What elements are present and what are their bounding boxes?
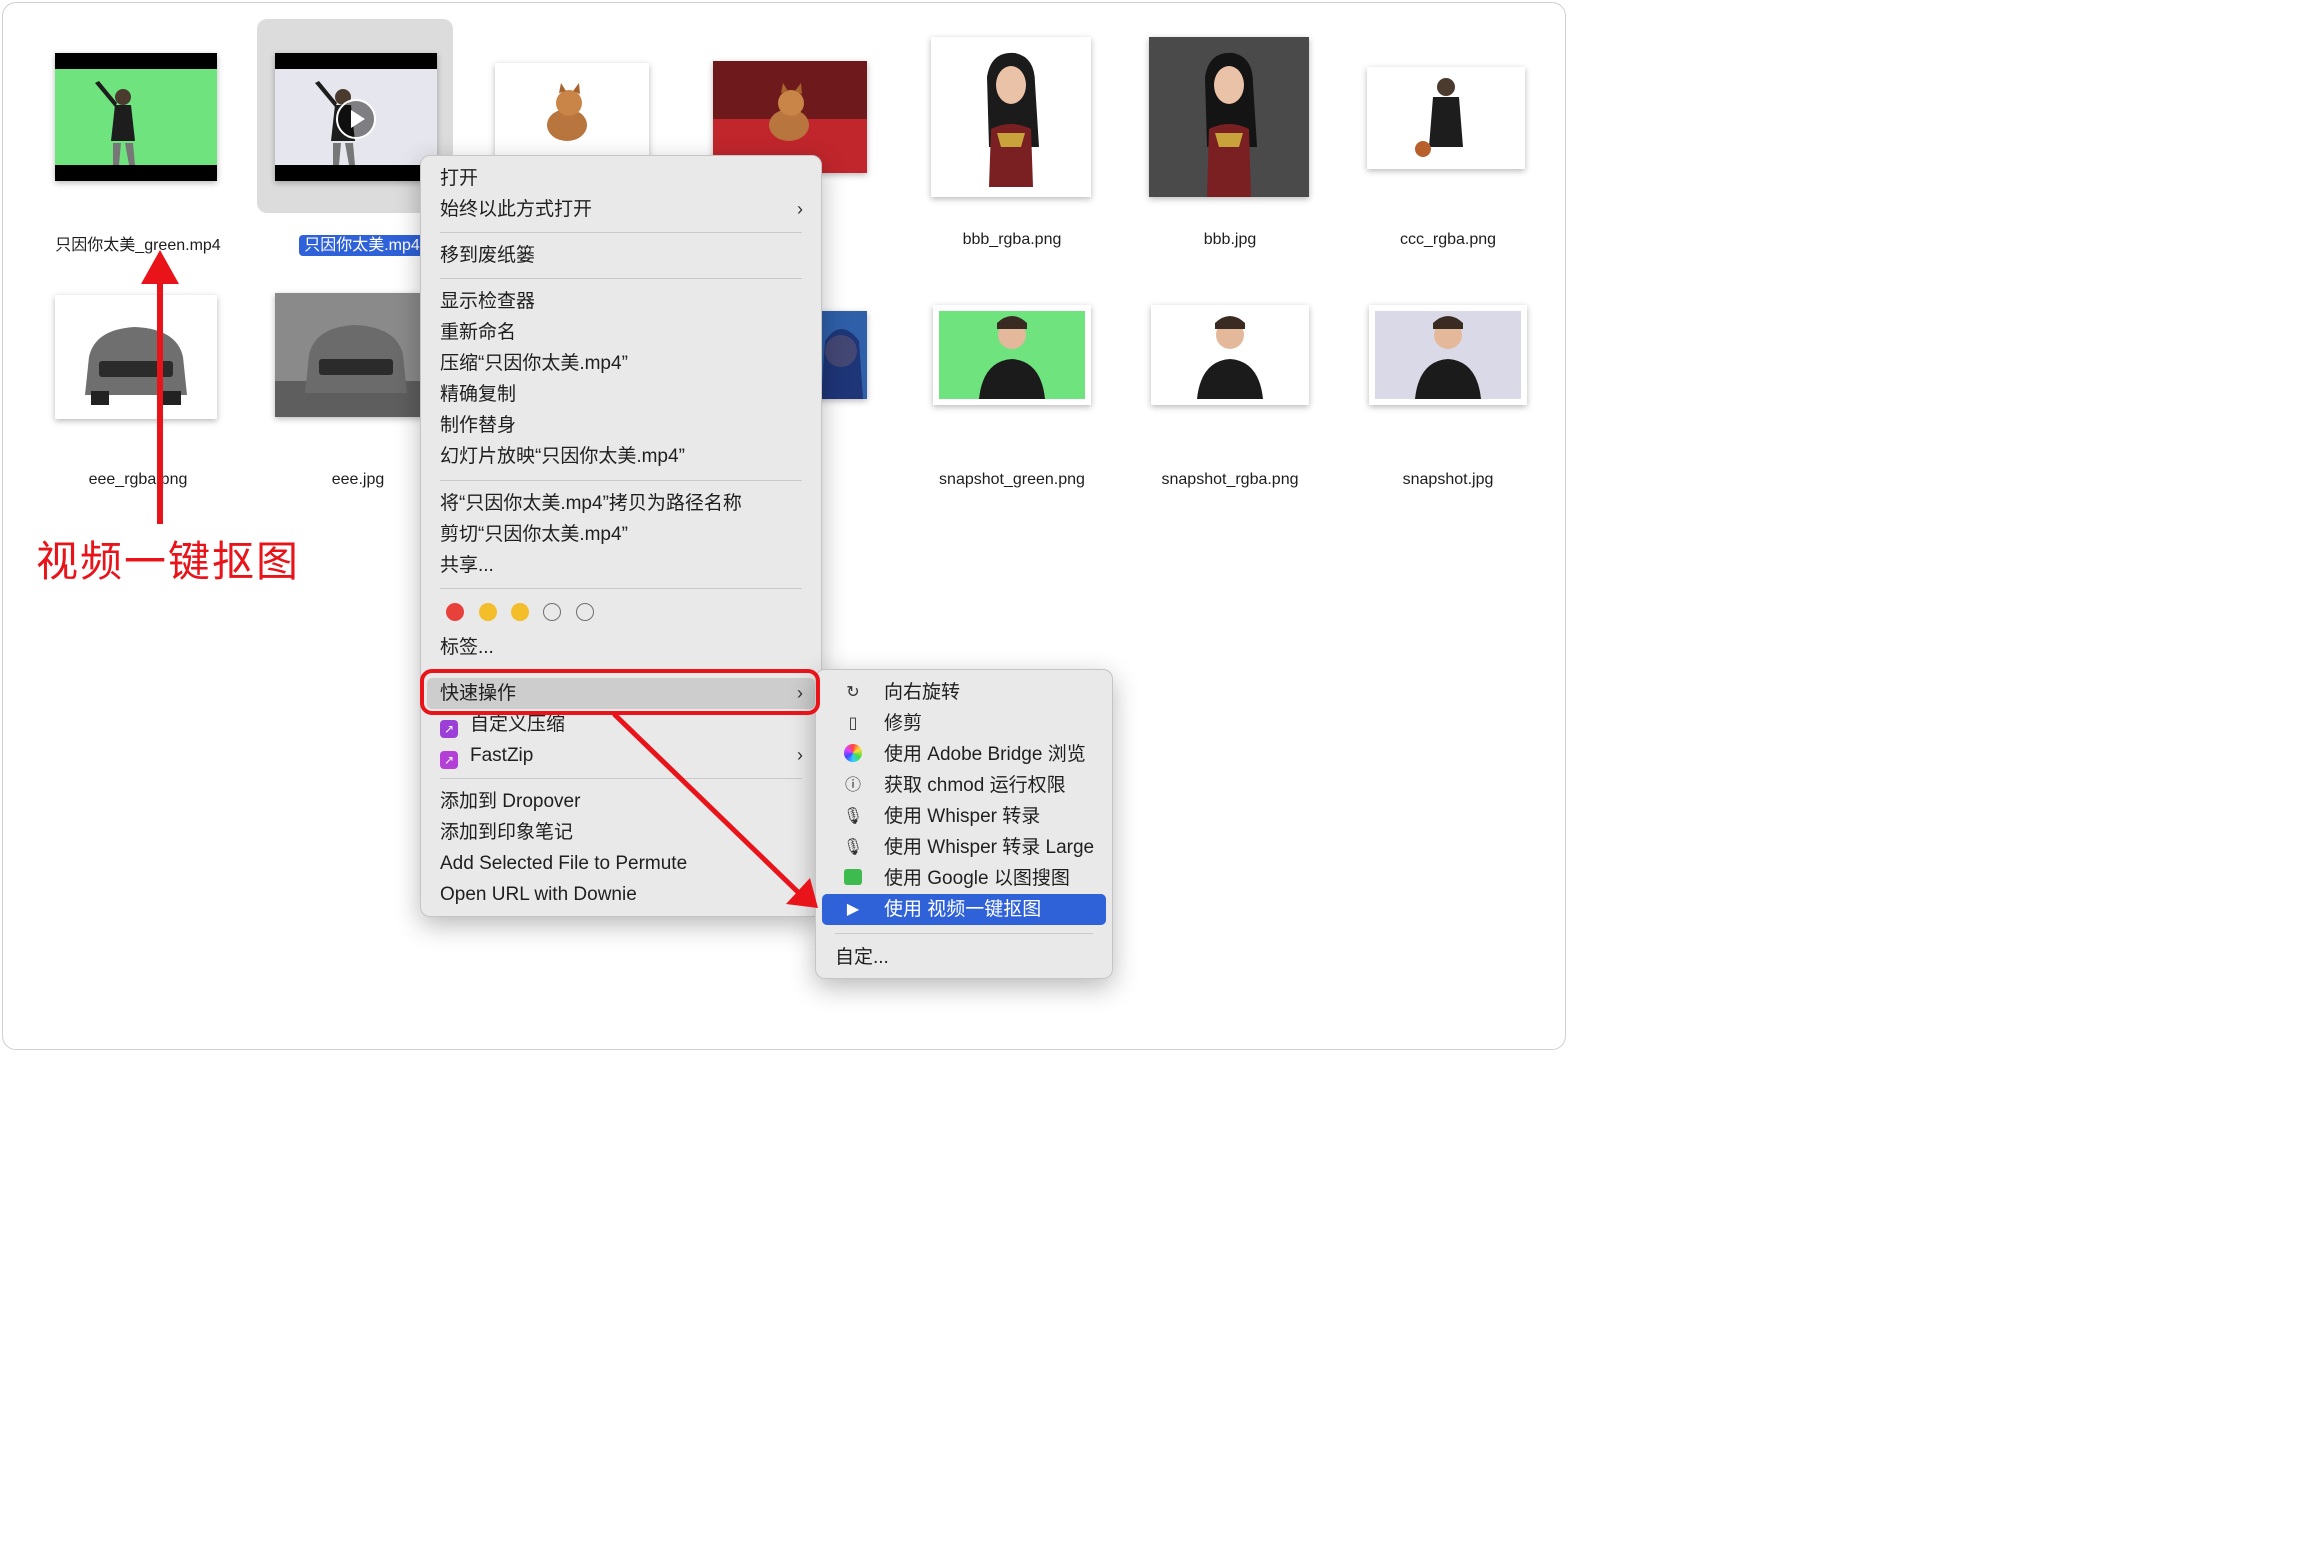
menu-item-evernote[interactable]: 添加到印象笔记: [427, 817, 815, 848]
submenu-item-whisper-large[interactable]: 🎙 使用 Whisper 转录 Large: [822, 832, 1106, 863]
image-thumbnail: [1149, 37, 1309, 197]
file-name: eee_rgba.png: [88, 471, 188, 488]
menu-item-tags[interactable]: 标签...: [427, 632, 815, 663]
menu-item-show-inspector[interactable]: 显示检查器: [427, 286, 815, 317]
menu-item-permute[interactable]: Add Selected File to Permute: [427, 848, 815, 879]
menu-item-open[interactable]: 打开: [427, 163, 815, 194]
annotation-label: 视频一键抠图: [36, 537, 301, 586]
menu-item-share[interactable]: 共享...: [427, 550, 815, 581]
image-thumbnail: [1367, 67, 1525, 169]
menu-item-cut[interactable]: 剪切“只因你太美.mp4”: [427, 519, 815, 550]
menu-item-open-with[interactable]: 始终以此方式打开 ›: [427, 194, 815, 225]
menu-separator: [440, 232, 802, 233]
menu-separator: [835, 933, 1093, 934]
menu-separator: [440, 778, 802, 779]
file-name: snapshot.jpg: [1402, 471, 1494, 488]
file-item[interactable]: eee_rgba.png: [33, 261, 243, 491]
image-search-icon: [842, 868, 864, 890]
menu-separator: [440, 588, 802, 589]
microphone-icon: 🎙: [842, 808, 864, 825]
submenu-item-adobe-bridge[interactable]: 使用 Adobe Bridge 浏览: [822, 739, 1106, 770]
video-thumbnail: [275, 53, 437, 181]
submenu-item-video-matting[interactable]: ▶ 使用 视频一键抠图: [822, 894, 1106, 925]
submenu-item-rotate-right[interactable]: ↻ 向右旋转: [822, 677, 1106, 708]
menu-separator: [440, 480, 802, 481]
file-name: bbb_rgba.png: [962, 231, 1062, 248]
chevron-right-icon: ›: [797, 683, 803, 703]
file-item[interactable]: snapshot_green.png: [907, 261, 1117, 491]
tag-empty-dot[interactable]: [543, 603, 561, 621]
file-name: snapshot_green.png: [939, 471, 1085, 488]
menu-item-duplicate[interactable]: 精确复制: [427, 379, 815, 410]
quick-actions-submenu: ↻ 向右旋转 ▯ 修剪 使用 Adobe Bridge 浏览 ⓘ 获取 chmod 运…: [815, 669, 1113, 979]
menu-item-move-to-trash[interactable]: 移到废纸篓: [427, 240, 815, 271]
tag-orange-dot[interactable]: [479, 603, 497, 621]
tag-red-dot[interactable]: [446, 603, 464, 621]
microphone-icon: 🎙: [842, 839, 864, 856]
submenu-item-google-image-search[interactable]: 使用 Google 以图搜图: [822, 863, 1106, 894]
image-thumbnail: [275, 293, 437, 417]
submenu-item-chmod[interactable]: ⓘ 获取 chmod 运行权限: [822, 770, 1106, 801]
fastzip-app-icon: ↗: [440, 751, 458, 769]
menu-item-slideshow[interactable]: 幻灯片放映“只因你太美.mp4”: [427, 441, 815, 472]
file-item[interactable]: bbb.jpg: [1125, 21, 1335, 251]
menu-separator: [440, 670, 802, 671]
context-menu: 打开 始终以此方式打开 › 移到废纸篓 显示检查器 重新命名 压缩“只因你太美.m…: [420, 155, 822, 917]
file-name: ccc_rgba.png: [1399, 231, 1497, 248]
image-thumbnail: [1369, 305, 1527, 405]
file-item[interactable]: snapshot_rgba.png: [1125, 261, 1335, 491]
menu-item-fastzip[interactable]: ↗ FastZip ›: [427, 740, 815, 771]
image-thumbnail: [1151, 305, 1309, 405]
image-thumbnail: [55, 295, 217, 419]
menu-item-dropover[interactable]: 添加到 Dropover: [427, 786, 815, 817]
compress-app-icon: ↗: [440, 720, 458, 738]
submenu-item-trim[interactable]: ▯ 修剪: [822, 708, 1106, 739]
file-item[interactable]: bbb_rgba.png: [907, 21, 1117, 251]
video-thumbnail: [55, 53, 217, 181]
file-name: bbb.jpg: [1203, 231, 1257, 248]
menu-item-custom-compress[interactable]: ↗ 自定义压缩: [427, 709, 815, 740]
file-name: snapshot_rgba.png: [1161, 471, 1299, 488]
chevron-right-icon: ›: [797, 199, 803, 219]
file-item[interactable]: ccc_rgba.png: [1343, 21, 1553, 251]
menu-item-compress[interactable]: 压缩“只因你太美.mp4”: [427, 348, 815, 379]
submenu-item-customize[interactable]: 自定...: [822, 942, 1106, 973]
image-thumbnail: [933, 305, 1091, 405]
trim-icon: ▯: [848, 715, 858, 732]
menu-separator: [440, 278, 802, 279]
submenu-item-whisper[interactable]: 🎙 使用 Whisper 转录: [822, 801, 1106, 832]
info-icon: ⓘ: [844, 777, 861, 794]
menu-item-make-alias[interactable]: 制作替身: [427, 410, 815, 441]
rotate-right-icon: ↻: [846, 684, 860, 701]
tag-yellow-dot[interactable]: [511, 603, 529, 621]
chevron-right-icon: ›: [797, 745, 803, 765]
menu-item-rename[interactable]: 重新命名: [427, 317, 815, 348]
play-icon: ▶: [846, 901, 860, 918]
image-thumbnail: [931, 37, 1091, 197]
color-wheel-icon: [842, 744, 864, 766]
menu-item-downie[interactable]: Open URL with Downie: [427, 879, 815, 910]
tag-empty-dot[interactable]: [576, 603, 594, 621]
file-item[interactable]: snapshot.jpg: [1343, 261, 1553, 491]
menu-item-quick-actions[interactable]: 快速操作 ›: [427, 678, 815, 709]
file-item[interactable]: 只因你太美_green.mp4: [33, 21, 243, 254]
file-name: 只因你太美_green.mp4: [55, 237, 221, 254]
menu-item-copy-path[interactable]: 将“只因你太美.mp4”拷贝为路径名称: [427, 488, 815, 519]
